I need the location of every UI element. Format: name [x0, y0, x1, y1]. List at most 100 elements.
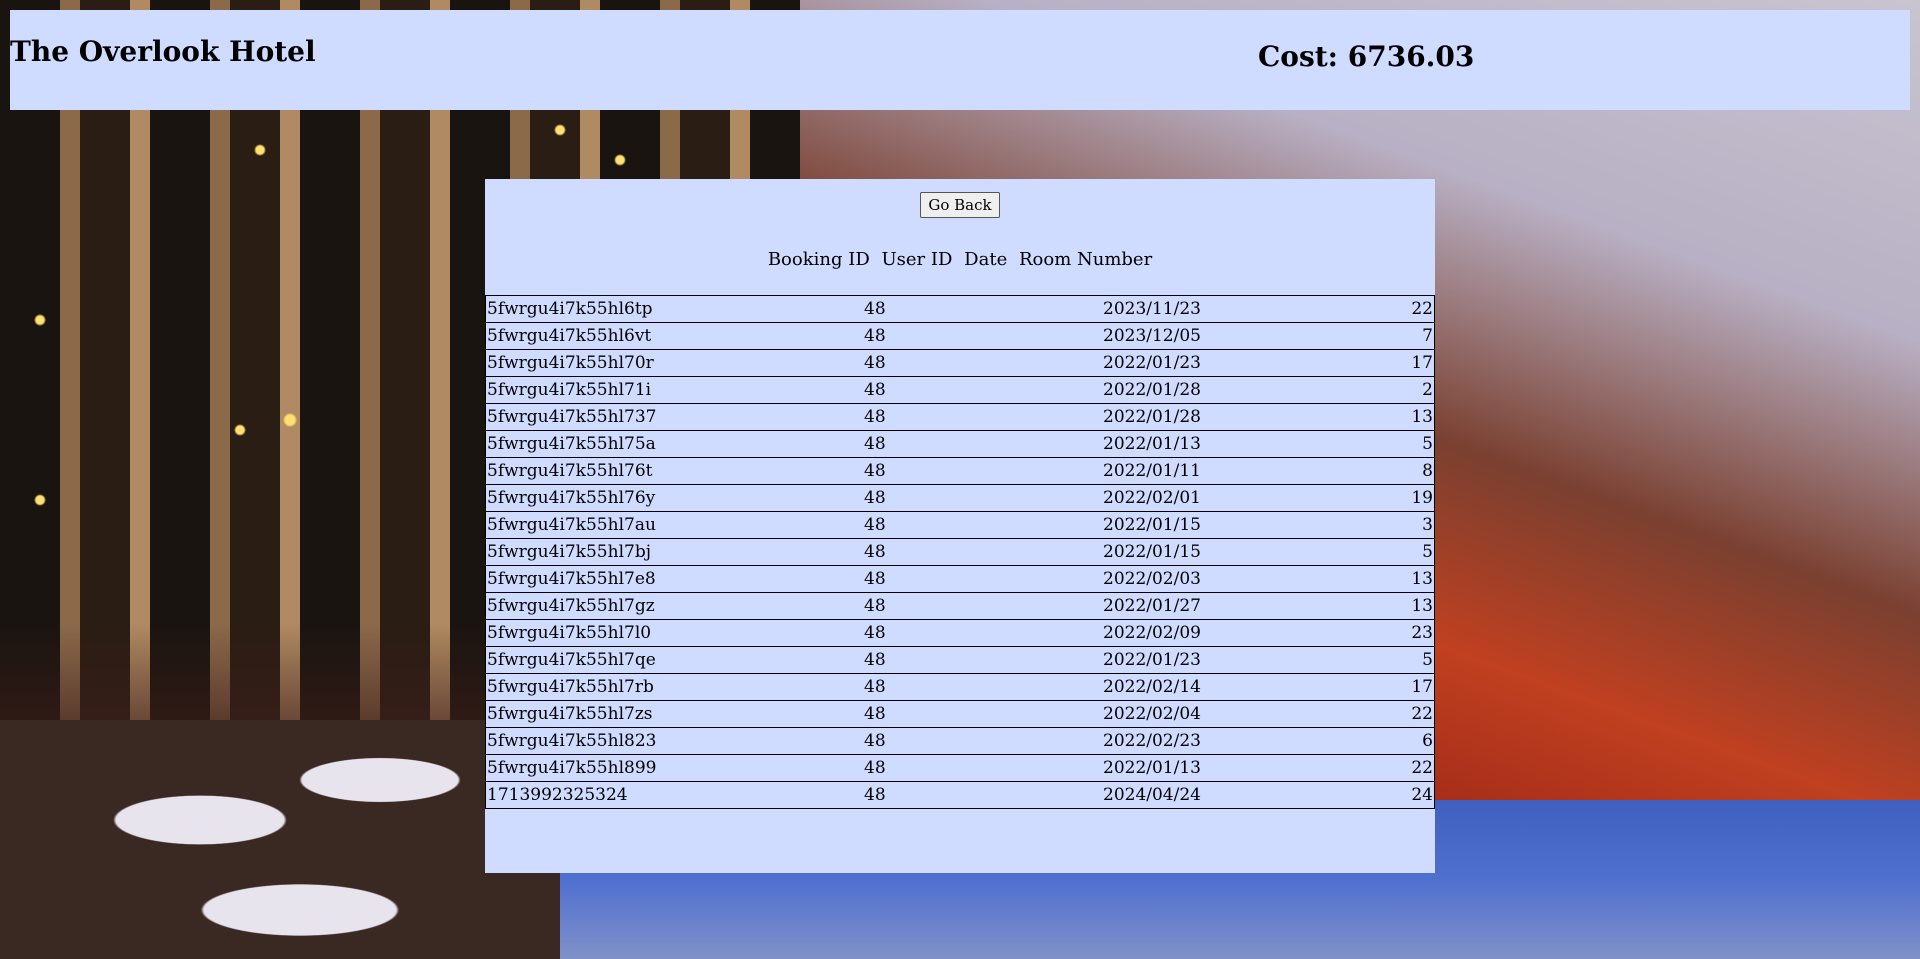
- booking-id-cell: 5fwrgu4i7k55hl6tp: [487, 299, 653, 319]
- date-cell: 2022/01/11: [1103, 461, 1201, 481]
- room-number-cell: 3: [1422, 515, 1433, 535]
- room-number-cell: 13: [1411, 569, 1433, 589]
- user-id-cell: 48: [864, 299, 886, 319]
- room-number-cell: 22: [1411, 299, 1433, 319]
- date-cell: 2022/01/13: [1103, 434, 1201, 454]
- room-number-cell: 23: [1411, 623, 1433, 643]
- bookings-list: 5fwrgu4i7k55hl6tp 48 2023/11/23 22 5fwrgu4i7…: [485, 295, 1435, 809]
- booking-id-cell: 5fwrgu4i7k55hl7rb: [487, 677, 654, 697]
- booking-row: 5fwrgu4i7k55hl76t 48 2022/01/11 8: [485, 457, 1435, 484]
- room-number-cell: 17: [1411, 353, 1433, 373]
- booking-id-cell: 5fwrgu4i7k55hl7au: [487, 515, 656, 535]
- room-number-cell: 13: [1411, 407, 1433, 427]
- date-cell: 2024/04/24: [1103, 785, 1201, 805]
- room-number-cell: 22: [1411, 704, 1433, 724]
- booking-row: 5fwrgu4i7k55hl6tp 48 2023/11/23 22: [485, 295, 1435, 322]
- user-id-cell: 48: [864, 677, 886, 697]
- booking-id-cell: 5fwrgu4i7k55hl7e8: [487, 569, 656, 589]
- booking-id-cell: 5fwrgu4i7k55hl76y: [487, 488, 656, 508]
- column-header-booking-id: Booking ID: [767, 249, 870, 270]
- table-header: Booking ID User ID Date Room Number: [485, 249, 1435, 270]
- booking-id-cell: 5fwrgu4i7k55hl75a: [487, 434, 656, 454]
- date-cell: 2022/01/28: [1103, 407, 1201, 427]
- booking-row: 5fwrgu4i7k55hl70r 48 2022/01/23 17: [485, 349, 1435, 376]
- room-number-cell: 13: [1411, 596, 1433, 616]
- user-id-cell: 48: [864, 461, 886, 481]
- room-number-cell: 5: [1422, 542, 1433, 562]
- booking-row: 5fwrgu4i7k55hl737 48 2022/01/28 13: [485, 403, 1435, 430]
- booking-row: 5fwrgu4i7k55hl7qe 48 2022/01/23 5: [485, 646, 1435, 673]
- room-number-cell: 2: [1422, 380, 1433, 400]
- room-number-cell: 19: [1411, 488, 1433, 508]
- room-number-cell: 22: [1411, 758, 1433, 778]
- background-lounge-chairs: [0, 720, 560, 959]
- booking-id-cell: 5fwrgu4i7k55hl7l0: [487, 623, 652, 643]
- booking-row: 5fwrgu4i7k55hl899 48 2022/01/13 22: [485, 754, 1435, 781]
- total-cost: Cost: 6736.03: [1258, 40, 1475, 73]
- go-back-button[interactable]: Go Back: [920, 192, 1000, 218]
- room-number-cell: 7: [1422, 326, 1433, 346]
- user-id-cell: 48: [864, 758, 886, 778]
- date-cell: 2023/11/23: [1103, 299, 1201, 319]
- room-number-cell: 17: [1411, 677, 1433, 697]
- booking-id-cell: 5fwrgu4i7k55hl71i: [487, 380, 652, 400]
- booking-row: 5fwrgu4i7k55hl7l0 48 2022/02/09 23: [485, 619, 1435, 646]
- date-cell: 2022/01/23: [1103, 353, 1201, 373]
- booking-row: 5fwrgu4i7k55hl71i 48 2022/01/28 2: [485, 376, 1435, 403]
- date-cell: 2022/02/03: [1103, 569, 1201, 589]
- booking-id-cell: 5fwrgu4i7k55hl7bj: [487, 542, 651, 562]
- room-number-cell: 5: [1422, 650, 1433, 670]
- date-cell: 2022/01/15: [1103, 542, 1201, 562]
- booking-row: 5fwrgu4i7k55hl7au 48 2022/01/15 3: [485, 511, 1435, 538]
- bookings-panel: Go Back Booking ID User ID Date Room Num…: [485, 179, 1435, 873]
- booking-row: 5fwrgu4i7k55hl76y 48 2022/02/01 19: [485, 484, 1435, 511]
- hotel-title: The Overlook Hotel: [10, 35, 316, 68]
- user-id-cell: 48: [864, 326, 886, 346]
- room-number-cell: 8: [1422, 461, 1433, 481]
- date-cell: 2022/02/14: [1103, 677, 1201, 697]
- date-cell: 2022/02/09: [1103, 623, 1201, 643]
- user-id-cell: 48: [864, 569, 886, 589]
- booking-id-cell: 5fwrgu4i7k55hl737: [487, 407, 657, 427]
- booking-id-cell: 5fwrgu4i7k55hl7qe: [487, 650, 656, 670]
- user-id-cell: 48: [864, 353, 886, 373]
- room-number-cell: 5: [1422, 434, 1433, 454]
- booking-row: 5fwrgu4i7k55hl6vt 48 2023/12/05 7: [485, 322, 1435, 349]
- user-id-cell: 48: [864, 488, 886, 508]
- booking-row: 5fwrgu4i7k55hl7bj 48 2022/01/15 5: [485, 538, 1435, 565]
- booking-id-cell: 5fwrgu4i7k55hl823: [487, 731, 657, 751]
- booking-id-cell: 5fwrgu4i7k55hl899: [487, 758, 657, 778]
- user-id-cell: 48: [864, 704, 886, 724]
- booking-row: 5fwrgu4i7k55hl823 48 2022/02/23 6: [485, 727, 1435, 754]
- column-header-user-id: User ID: [881, 249, 953, 270]
- date-cell: 2022/01/23: [1103, 650, 1201, 670]
- booking-row: 5fwrgu4i7k55hl7gz 48 2022/01/27 13: [485, 592, 1435, 619]
- date-cell: 2022/02/04: [1103, 704, 1201, 724]
- booking-id-cell: 5fwrgu4i7k55hl70r: [487, 353, 654, 373]
- user-id-cell: 48: [864, 434, 886, 454]
- booking-row: 1713992325324 48 2024/04/24 24: [485, 781, 1435, 809]
- booking-id-cell: 5fwrgu4i7k55hl76t: [487, 461, 653, 481]
- booking-row: 5fwrgu4i7k55hl7rb 48 2022/02/14 17: [485, 673, 1435, 700]
- booking-id-cell: 1713992325324: [487, 785, 628, 805]
- user-id-cell: 48: [864, 515, 886, 535]
- date-cell: 2022/01/15: [1103, 515, 1201, 535]
- room-number-cell: 24: [1411, 785, 1433, 805]
- user-id-cell: 48: [864, 596, 886, 616]
- user-id-cell: 48: [864, 785, 886, 805]
- date-cell: 2022/01/13: [1103, 758, 1201, 778]
- user-id-cell: 48: [864, 542, 886, 562]
- column-header-room-number: Room Number: [1018, 249, 1153, 270]
- booking-id-cell: 5fwrgu4i7k55hl6vt: [487, 326, 652, 346]
- booking-row: 5fwrgu4i7k55hl7zs 48 2022/02/04 22: [485, 700, 1435, 727]
- date-cell: 2022/01/28: [1103, 380, 1201, 400]
- booking-row: 5fwrgu4i7k55hl75a 48 2022/01/13 5: [485, 430, 1435, 457]
- user-id-cell: 48: [864, 650, 886, 670]
- date-cell: 2022/02/01: [1103, 488, 1201, 508]
- user-id-cell: 48: [864, 407, 886, 427]
- booking-row: 5fwrgu4i7k55hl7e8 48 2022/02/03 13: [485, 565, 1435, 592]
- user-id-cell: 48: [864, 731, 886, 751]
- date-cell: 2023/12/05: [1103, 326, 1201, 346]
- top-header: The Overlook Hotel Cost: 6736.03: [10, 10, 1910, 110]
- date-cell: 2022/01/27: [1103, 596, 1201, 616]
